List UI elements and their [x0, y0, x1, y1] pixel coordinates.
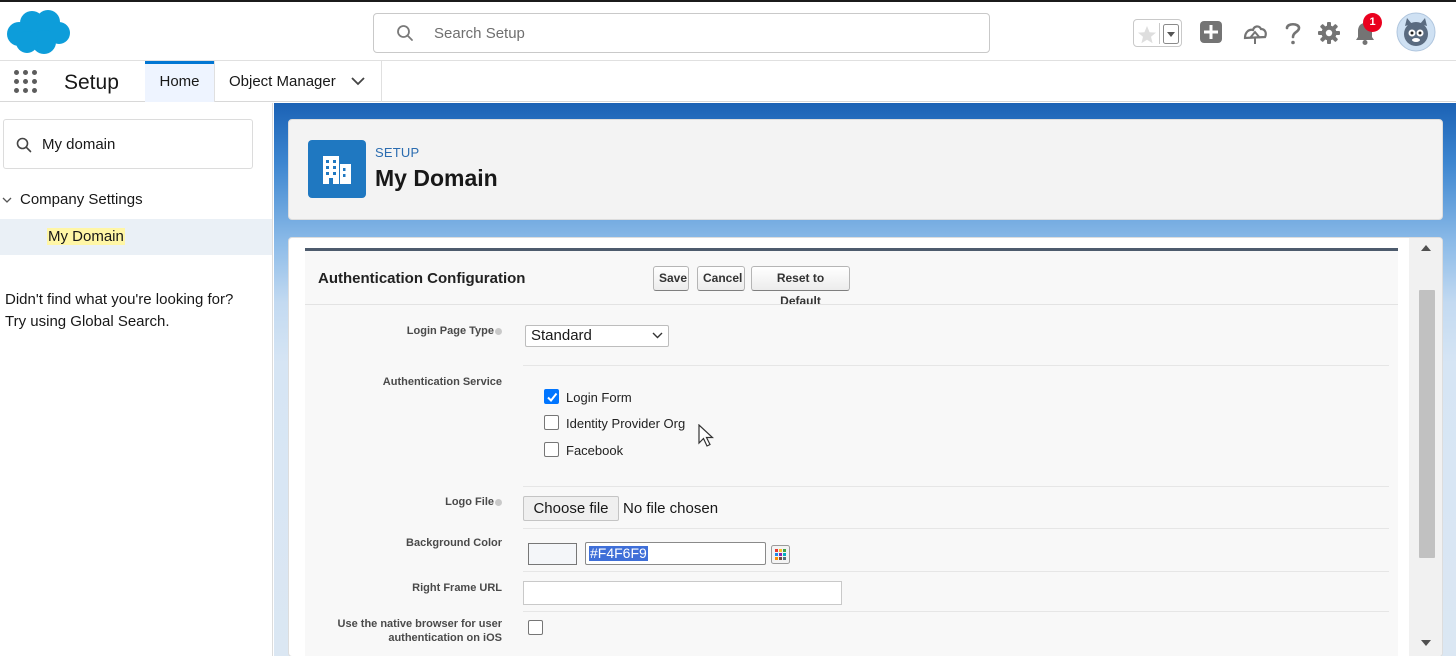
building-icon	[308, 140, 366, 198]
vertical-scrollbar[interactable]	[1409, 238, 1442, 656]
divider	[523, 486, 1389, 487]
search-help-text: Didn't find what you're looking for? Try…	[5, 289, 233, 333]
color-swatch[interactable]	[528, 543, 577, 565]
divider	[523, 528, 1389, 529]
file-status: No file chosen	[623, 500, 719, 517]
tree-item-label: Company Settings	[20, 191, 143, 208]
divider	[305, 304, 1398, 305]
quick-find[interactable]	[3, 119, 253, 169]
divider	[523, 571, 1389, 572]
main-content: SETUP My Domain Authentication Configura…	[274, 103, 1456, 656]
identity-provider-org-checkbox[interactable]	[544, 415, 559, 430]
global-header: 1	[0, 0, 1456, 61]
tree-item-my-domain[interactable]: My Domain	[0, 219, 272, 255]
divider	[523, 365, 1389, 366]
plus-icon[interactable]	[1199, 20, 1223, 44]
save-button[interactable]: Save	[653, 266, 689, 291]
reset-to-default-button[interactable]: Reset to Default	[751, 266, 850, 308]
help-line: Try using Global Search.	[5, 313, 170, 330]
cancel-button[interactable]: Cancel	[697, 266, 745, 291]
checkbox-label: Login Form	[566, 390, 632, 405]
tree-item-label: My Domain	[47, 228, 125, 245]
star-icon[interactable]	[1136, 24, 1158, 46]
tab-home[interactable]: Home	[145, 61, 214, 102]
search-icon	[16, 137, 32, 153]
chevron-down-icon	[652, 332, 663, 339]
authentication-configuration-form: Authentication Configuration Save Cancel…	[305, 248, 1398, 656]
page-title: My Domain	[375, 165, 498, 191]
chevron-down-icon[interactable]	[2, 197, 12, 204]
content-frame: Authentication Configuration Save Cancel…	[288, 237, 1443, 656]
color-value: #F4F6F9	[589, 545, 648, 561]
search-input[interactable]	[432, 14, 972, 52]
app-name: Setup	[64, 71, 119, 94]
chevron-down-icon[interactable]	[1163, 24, 1179, 44]
avatar[interactable]	[1396, 12, 1436, 52]
help-icon[interactable]	[1282, 20, 1304, 46]
page-header: SETUP My Domain	[288, 119, 1443, 220]
background-color-input[interactable]: #F4F6F9	[585, 542, 766, 565]
breadcrumb: SETUP	[375, 145, 420, 160]
login-page-type-label: Login Page Type	[407, 324, 502, 338]
color-picker-icon[interactable]	[771, 545, 790, 564]
divider	[1159, 23, 1160, 44]
gear-icon[interactable]	[1317, 20, 1341, 46]
setup-sidebar: Company Settings My Domain Didn't find w…	[0, 103, 273, 656]
trailhead-icon[interactable]	[1242, 20, 1268, 46]
right-frame-url-label: Right Frame URL	[412, 582, 502, 594]
checkbox-label: Facebook	[566, 443, 624, 458]
context-bar: Setup Home Object Manager	[0, 61, 1456, 102]
chevron-down-icon[interactable]	[351, 77, 365, 86]
app-launcher-icon[interactable]	[14, 70, 38, 94]
login-form-checkbox[interactable]	[544, 389, 559, 404]
help-icon[interactable]	[495, 327, 502, 335]
choose-file-button[interactable]: Choose file	[523, 496, 619, 521]
tab-object-manager[interactable]: Object Manager	[214, 61, 382, 102]
logo-file-label: Logo File	[445, 495, 502, 509]
global-search[interactable]	[373, 13, 990, 53]
facebook-checkbox[interactable]	[544, 442, 559, 457]
background-color-label: Background Color	[406, 537, 502, 549]
quick-find-input[interactable]	[40, 120, 240, 168]
help-line: Didn't find what you're looking for?	[5, 291, 234, 308]
native-browser-label: Use the native browser for user authenti…	[337, 618, 502, 644]
checkmark-icon	[547, 392, 558, 403]
help-icon[interactable]	[495, 498, 502, 506]
divider	[523, 611, 1389, 612]
scrollbar-thumb[interactable]	[1419, 290, 1435, 558]
favorites-control[interactable]	[1133, 19, 1182, 47]
select-value: Standard	[531, 327, 592, 344]
login-page-type-select[interactable]: Standard	[525, 325, 669, 347]
salesforce-cloud-logo[interactable]	[4, 8, 72, 61]
notification-badge: 1	[1363, 13, 1382, 32]
mouse-cursor-icon	[698, 424, 714, 447]
right-frame-url-input[interactable]	[523, 581, 842, 605]
authentication-service-label: Authentication Service	[382, 376, 502, 388]
tab-label: Object Manager	[229, 73, 336, 90]
field-label: Logo File	[445, 496, 494, 508]
scroll-down-icon[interactable]	[1421, 640, 1431, 647]
field-label: Login Page Type	[406, 325, 494, 337]
native-browser-checkbox[interactable]	[528, 620, 543, 635]
form-title: Authentication Configuration	[318, 270, 526, 287]
checkbox-label: Identity Provider Org	[566, 416, 686, 431]
scroll-up-icon[interactable]	[1421, 244, 1431, 251]
search-icon	[397, 25, 413, 41]
